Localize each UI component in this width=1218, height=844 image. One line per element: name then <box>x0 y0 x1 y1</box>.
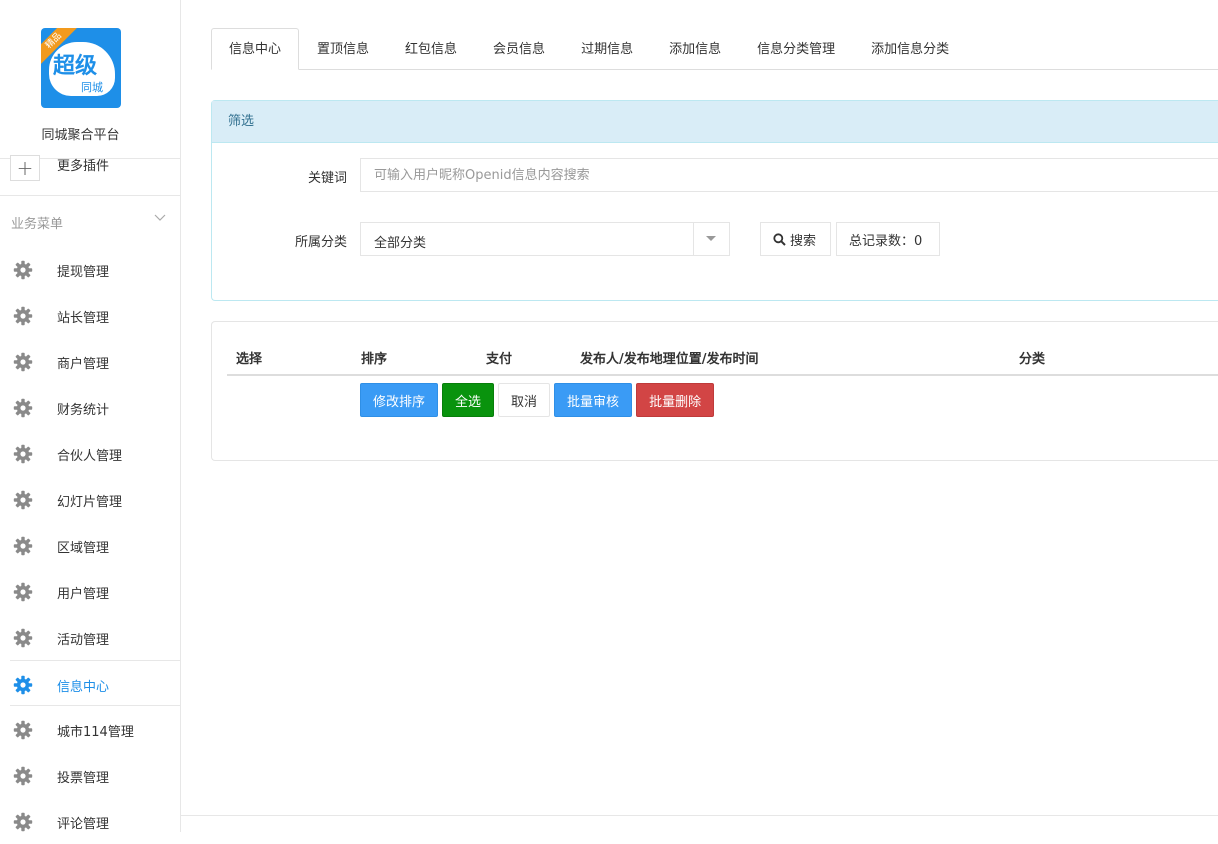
search-button-label: 搜索 <box>790 233 817 249</box>
sidebar-item-label: 幻灯片管理 <box>57 495 123 510</box>
table-header: 选择 排序 支付 发布人/发布地理位置/发布时间 分类 <box>227 346 1218 376</box>
plus-icon[interactable]: + <box>10 155 40 181</box>
gear-icon <box>13 306 33 326</box>
sidebar-item[interactable]: 幻灯片管理 <box>0 476 181 522</box>
sidebar-item-label: 提现管理 <box>57 265 110 280</box>
column-header-sort: 排序 <box>361 352 388 367</box>
more-plugins-item[interactable]: + 更多插件 <box>0 155 181 196</box>
sidebar-item-label: 商户管理 <box>57 357 110 372</box>
sidebar-item-label: 区域管理 <box>57 541 110 556</box>
cancel-button[interactable]: 取消 <box>498 383 551 417</box>
keyword-search-input[interactable] <box>360 158 1218 192</box>
sidebar-item[interactable]: 财务统计 <box>0 384 181 430</box>
sidebar-item-label: 评论管理 <box>57 817 110 832</box>
gear-icon <box>13 812 33 832</box>
sidebar-item-label: 城市114管理 <box>57 725 134 740</box>
gear-icon <box>13 352 33 372</box>
sidebar-item[interactable]: 投票管理 <box>0 752 181 798</box>
gear-icon <box>13 582 33 602</box>
gear-icon <box>13 398 33 418</box>
column-header-publisher: 发布人/发布地理位置/发布时间 <box>580 352 759 367</box>
sidebar-item[interactable]: 商户管理 <box>0 338 181 384</box>
sidebar-item-label: 用户管理 <box>57 587 110 602</box>
tab-bar: 信息中心 置顶信息 红包信息 会员信息 过期信息 添加信息 信息分类管理 添加信息分类 <box>211 28 1218 70</box>
logo-big-text: 超级 <box>53 54 98 79</box>
sidebar-item-label: 投票管理 <box>57 771 110 786</box>
category-label: 所属分类 <box>294 235 347 250</box>
brand-logo[interactable]: 精品 超级 同城 <box>41 28 121 108</box>
sidebar-item-label: 站长管理 <box>57 311 110 326</box>
edit-sort-button[interactable]: 修改排序 <box>360 383 439 417</box>
column-header-pay: 支付 <box>486 352 513 367</box>
gear-icon <box>13 260 33 280</box>
sidebar-item[interactable]: 城市114管理 <box>0 706 181 752</box>
tab[interactable]: 置顶信息 <box>299 28 387 70</box>
tab[interactable]: 红包信息 <box>387 28 475 70</box>
chevron-down-icon <box>154 214 166 221</box>
gear-icon <box>13 490 33 510</box>
keyword-row: 关键词 <box>212 158 1218 192</box>
sidebar-item[interactable]: 用户管理 <box>0 568 181 614</box>
tab[interactable]: 会员信息 <box>475 28 563 70</box>
sidebar-item[interactable]: 提现管理 <box>0 246 181 292</box>
sidebar-menu: 提现管理 站长管理 商户管理 财务统计 合伙人管理 幻灯片管理 区域管理 用户管… <box>0 246 181 844</box>
sidebar-item[interactable]: 区域管理 <box>0 522 181 568</box>
sidebar-item[interactable]: 评论管理 <box>0 798 181 844</box>
category-select-toggle[interactable] <box>693 223 729 255</box>
list-panel: 选择 排序 支付 发布人/发布地理位置/发布时间 分类 修改排序 全选 取消 批… <box>211 321 1218 461</box>
brand-name: 同城聚合平台 <box>41 128 120 143</box>
main-content: 信息中心 置顶信息 红包信息 会员信息 过期信息 添加信息 信息分类管理 添加信息分类 筛选 … <box>211 0 1218 832</box>
tab[interactable]: 添加信息 <box>651 28 739 70</box>
gear-icon <box>13 628 33 648</box>
keyword-label: 关键词 <box>307 171 347 186</box>
tab[interactable]: 过期信息 <box>563 28 651 70</box>
filter-panel: 筛选 关键词 所属分类 全部分类 搜索 总记录数：0 <box>211 100 1218 301</box>
sidebar-item[interactable]: 活动管理 <box>0 614 181 660</box>
category-row: 所属分类 全部分类 搜索 总记录数：0 <box>212 222 1218 256</box>
sidebar: 精品 超级 同城 同城聚合平台 + 更多插件 业务菜单 提现管理 站长管理 商户… <box>0 0 181 832</box>
batch-actions: 修改排序 全选 取消 批量审核 批量删除 <box>360 383 715 417</box>
sidebar-item-label: 财务统计 <box>57 403 110 418</box>
logo-small-text: 同城 <box>81 81 103 94</box>
gear-icon <box>13 675 33 695</box>
batch-review-button[interactable]: 批量审核 <box>554 383 633 417</box>
tab[interactable]: 信息分类管理 <box>739 28 853 70</box>
total-count-label: 总记录数：0 <box>849 233 923 249</box>
footer-divider <box>181 815 1218 816</box>
sidebar-item[interactable]: 站长管理 <box>0 292 181 338</box>
gear-icon <box>13 766 33 786</box>
category-select-value: 全部分类 <box>374 236 427 251</box>
column-header-category: 分类 <box>1019 352 1046 367</box>
gear-icon <box>13 536 33 556</box>
sidebar-item-label: 合伙人管理 <box>57 449 123 464</box>
sidebar-item[interactable]: 信息中心 <box>10 660 181 706</box>
filter-panel-heading: 筛选 <box>212 101 1218 143</box>
gear-icon <box>13 720 33 740</box>
sidebar-item[interactable]: 合伙人管理 <box>0 430 181 476</box>
sidebar-item-label: 信息中心 <box>57 680 110 695</box>
gear-icon <box>13 444 33 464</box>
caret-down-icon <box>706 236 716 241</box>
column-header-select: 选择 <box>236 352 263 367</box>
category-select[interactable]: 全部分类 <box>360 222 730 256</box>
menu-group-header[interactable]: 业务菜单 <box>0 205 181 235</box>
select-all-button[interactable]: 全选 <box>442 383 495 417</box>
more-plugins-label: 更多插件 <box>57 159 110 174</box>
batch-delete-button[interactable]: 批量删除 <box>636 383 715 417</box>
tab[interactable]: 信息中心 <box>211 28 300 70</box>
search-icon <box>773 232 786 246</box>
sidebar-item-label: 活动管理 <box>57 633 110 648</box>
search-button[interactable]: 搜索 <box>760 222 831 256</box>
total-count-box: 总记录数：0 <box>836 222 940 256</box>
menu-group-title: 业务菜单 <box>11 217 64 232</box>
tab[interactable]: 添加信息分类 <box>853 28 967 70</box>
